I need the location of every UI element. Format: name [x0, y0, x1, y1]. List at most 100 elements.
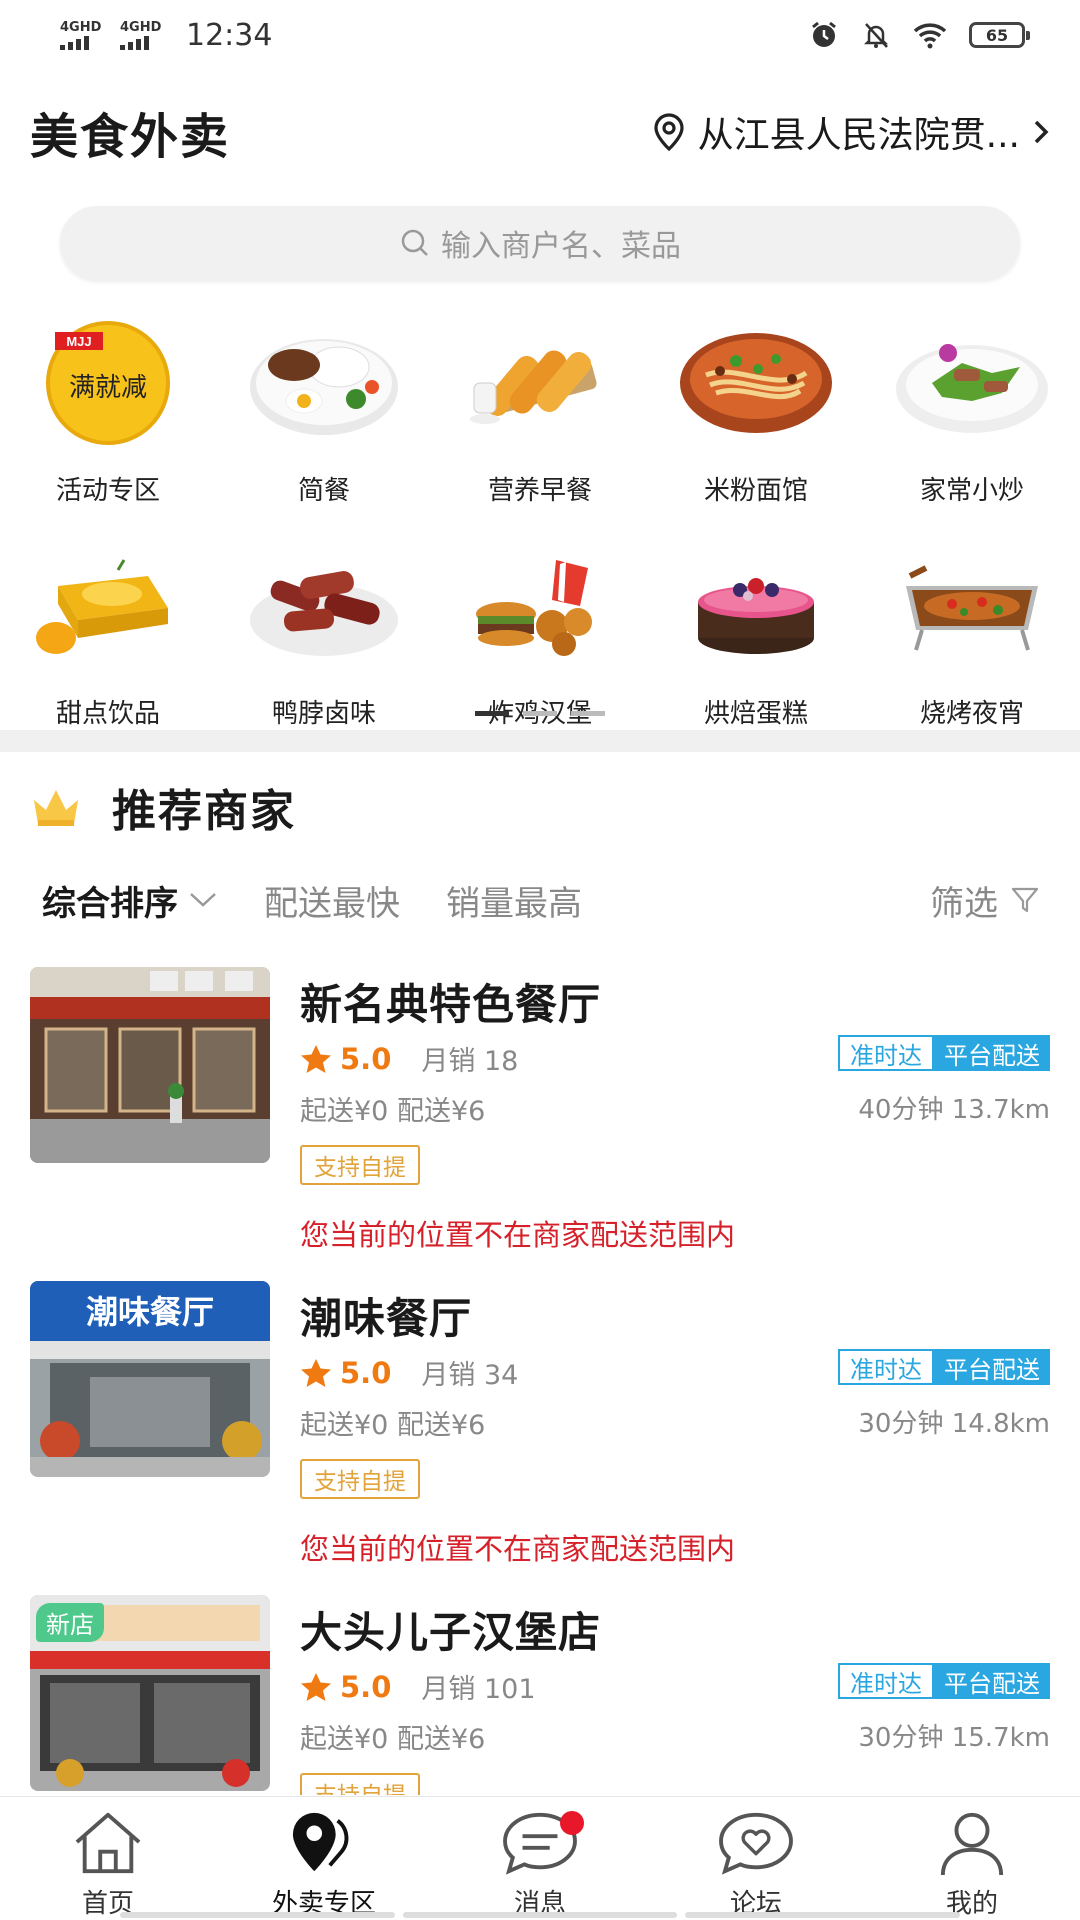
merchant-name[interactable]: 新名典特色餐厅 — [300, 971, 601, 1032]
recommend-header: 推荐商家 — [30, 775, 296, 839]
battery-icon: 65 — [969, 22, 1030, 48]
merchant-eta: 40分钟 13.7km — [858, 1095, 1050, 1125]
merchant-photo — [30, 967, 270, 1163]
star-icon — [301, 1358, 331, 1387]
category-label: 家常小炒 — [919, 476, 1024, 506]
category-label: 米粉面馆 — [703, 476, 808, 506]
category-bbq[interactable]: 烧烤夜宵 — [864, 541, 1080, 730]
out-of-range-warning: 您当前的位置不在商家配送范围内 — [300, 1532, 736, 1566]
filter-button[interactable]: 筛选 — [930, 876, 1040, 925]
stir-fry-plate-icon — [896, 344, 1048, 433]
nav-messages[interactable]: 消息 — [432, 1797, 648, 1920]
category-label: 烧烤夜宵 — [919, 699, 1024, 729]
merchant-sales: 月销 18 — [421, 1046, 519, 1077]
merchant-sales: 月销 101 — [421, 1674, 536, 1705]
merchant-photo: 新店 — [30, 1595, 270, 1791]
location-selector[interactable]: 从江县人民法院贯... — [652, 106, 1050, 158]
search-input[interactable]: 输入商户名、菜品 — [60, 206, 1020, 280]
delivery-tags: 准时达 平台配送 — [838, 1349, 1050, 1385]
page-title: 美食外卖 — [30, 109, 231, 165]
location-pin-icon — [292, 1812, 349, 1872]
filter-icon — [1011, 887, 1039, 913]
merchant-photo: 潮味餐厅 — [30, 1281, 270, 1477]
bottom-nav: 首页 外卖专区 消息 论坛 我的 — [0, 1796, 1080, 1920]
braised-duck-neck-icon — [250, 571, 398, 656]
category-fried-chicken[interactable]: 炸鸡汉堡 — [432, 541, 648, 730]
shop-sign: 潮味餐厅 — [86, 1293, 214, 1331]
gesture-bar — [120, 1912, 961, 1918]
nav-takeout[interactable]: 外卖专区 — [216, 1797, 432, 1920]
merchant-fees: 起送¥0 配送¥6 — [300, 1724, 486, 1755]
category-stir-fry[interactable]: 家常小炒 — [864, 318, 1080, 507]
location-text: 从江县人民法院贯... — [697, 115, 1020, 156]
section-divider — [0, 730, 1080, 752]
ontime-tag: 准时达 — [838, 1349, 934, 1385]
ontime-tag: 准时达 — [838, 1663, 934, 1699]
platform-delivery-tag: 平台配送 — [934, 1349, 1050, 1385]
merchant-eta: 30分钟 15.7km — [858, 1723, 1050, 1753]
wifi-icon — [913, 23, 947, 49]
merchant-name[interactable]: 大头儿子汉堡店 — [300, 1599, 601, 1660]
category-simple-meal[interactable]: 简餐 — [216, 318, 432, 507]
mango-dessert-icon — [36, 559, 168, 654]
delivery-tags: 准时达 平台配送 — [838, 1035, 1050, 1071]
fried-chicken-burger-icon — [476, 560, 592, 656]
merchant-fees: 起送¥0 配送¥6 — [300, 1410, 486, 1441]
merchant-rating: 5.0 月销 34 — [300, 1353, 518, 1392]
platform-delivery-tag: 平台配送 — [934, 1035, 1050, 1071]
app-header: 美食外卖 从江县人民法院贯... — [0, 92, 1080, 172]
merchant-card[interactable]: 潮味餐厅 潮味餐厅 5.0 月销 34 起送¥0 配送¥6 准时达 平台配送 3… — [30, 1281, 1050, 1581]
grilled-fish-icon — [906, 565, 1038, 651]
category-label: 烘焙蛋糕 — [703, 699, 808, 729]
user-icon — [940, 1812, 1004, 1876]
merchant-rating: 5.0 月销 101 — [300, 1667, 536, 1706]
sort-fastest-delivery[interactable]: 配送最快 — [264, 876, 400, 925]
merchant-fees: 起送¥0 配送¥6 — [300, 1096, 486, 1127]
ontime-tag: 准时达 — [838, 1035, 934, 1071]
nav-forum[interactable]: 论坛 — [648, 1797, 864, 1920]
chevron-down-icon — [190, 893, 216, 907]
merchant-score: 5.0 — [340, 1355, 392, 1390]
merchant-rating: 5.0 月销 18 — [300, 1039, 518, 1078]
pickup-tag: 支持自提 — [300, 1145, 420, 1185]
location-pin-icon — [654, 113, 684, 151]
category-duck-neck[interactable]: 鸭脖卤味 — [216, 541, 432, 730]
star-icon — [301, 1044, 331, 1073]
status-time: 12:34 — [186, 17, 273, 53]
recommend-title: 推荐商家 — [112, 786, 296, 837]
category-label: 鸭脖卤味 — [271, 699, 376, 729]
category-label: 营养早餐 — [487, 476, 592, 506]
platform-delivery-tag: 平台配送 — [934, 1663, 1050, 1699]
merchant-name[interactable]: 潮味餐厅 — [300, 1285, 472, 1346]
fried-dough-sticks-icon — [470, 350, 597, 424]
category-noodles[interactable]: 米粉面馆 — [648, 318, 864, 507]
category-activity[interactable]: MJJ 满就减 活动专区 — [0, 318, 216, 507]
sort-comprehensive[interactable]: 综合排序 — [42, 876, 218, 925]
home-icon — [75, 1812, 141, 1874]
new-store-badge: 新店 — [36, 1603, 104, 1642]
forum-heart-icon — [719, 1812, 793, 1875]
signal-indicator-1: 4GHD — [60, 21, 108, 50]
merchant-card[interactable]: 新店 大头儿子汉堡店 5.0 月销 101 起送¥0 配送¥6 准时达 平台配送… — [30, 1595, 1050, 1795]
category-pager — [475, 711, 605, 716]
category-dessert[interactable]: 甜点饮品 — [0, 541, 216, 730]
nav-profile[interactable]: 我的 — [864, 1797, 1080, 1920]
search-icon — [401, 229, 428, 256]
signal-indicator-2: 4GHD — [120, 21, 168, 50]
notification-dot — [560, 1811, 584, 1835]
merchant-card[interactable]: 新名典特色餐厅 5.0 月销 18 起送¥0 配送¥6 准时达 平台配送 40分… — [30, 967, 1050, 1267]
sort-top-sales[interactable]: 销量最高 — [446, 876, 582, 925]
merchant-score: 5.0 — [340, 1041, 392, 1076]
status-bar: 4GHD 4GHD 12:34 65 — [0, 0, 1080, 70]
alarm-icon — [812, 21, 836, 47]
nav-home[interactable]: 首页 — [0, 1797, 216, 1920]
category-cake[interactable]: 烘焙蛋糕 — [648, 541, 864, 730]
merchant-score: 5.0 — [340, 1669, 392, 1704]
category-breakfast[interactable]: 营养早餐 — [432, 318, 648, 507]
merchant-sales: 月销 34 — [421, 1360, 519, 1391]
out-of-range-warning: 您当前的位置不在商家配送范围内 — [300, 1218, 736, 1252]
merchant-eta: 30分钟 14.8km — [858, 1409, 1050, 1439]
noodle-bowl-icon — [680, 333, 832, 433]
pager-dot — [523, 711, 557, 716]
pickup-tag: 支持自提 — [300, 1459, 420, 1499]
